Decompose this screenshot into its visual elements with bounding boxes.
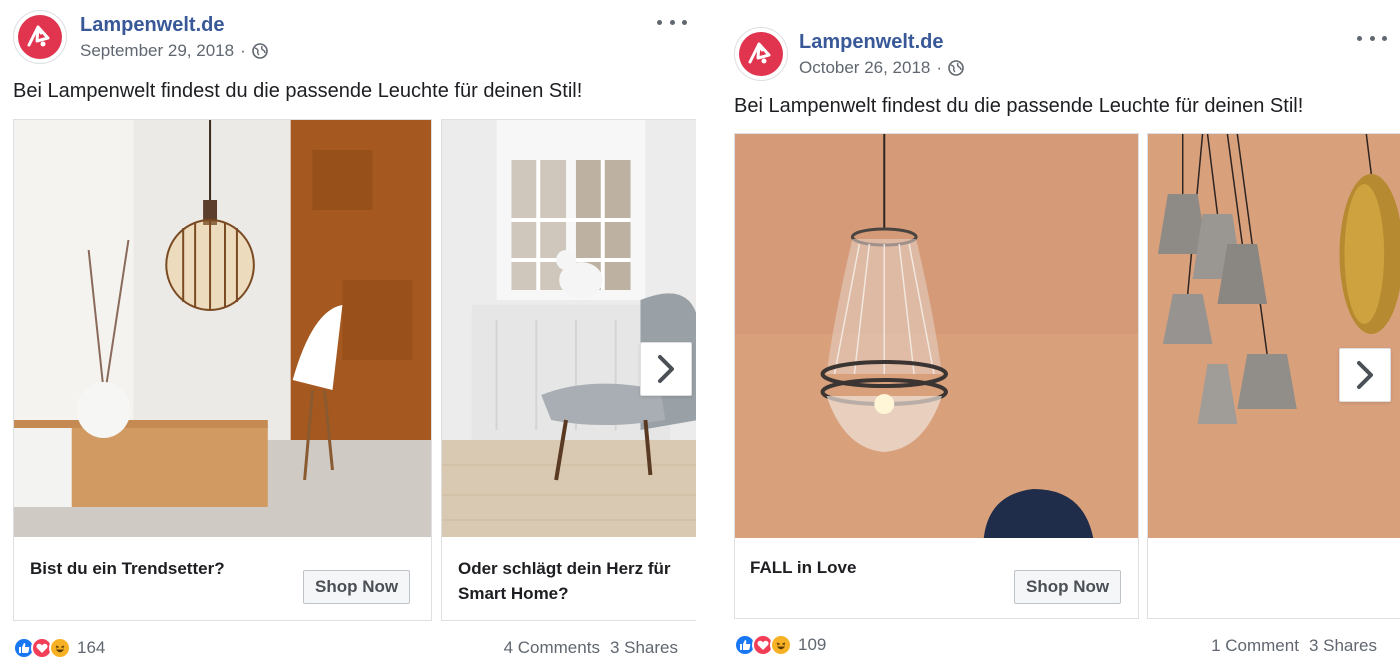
carousel: Bist du ein Trendsetter? Shop Now Oder s… <box>13 119 696 621</box>
post-date[interactable]: October 26, 2018 <box>799 58 930 78</box>
card-image-pendant-lamp[interactable] <box>14 120 431 537</box>
ad-post-2: Lampenwelt.de October 26, 2018 · Bei Lam… <box>720 0 1400 671</box>
chevron-right-icon <box>658 355 674 383</box>
shop-now-button[interactable]: Shop Now <box>1014 570 1122 604</box>
card-image-armchair[interactable] <box>442 120 696 537</box>
reaction-count[interactable]: 109 <box>798 635 826 655</box>
card-title: Oder schlägt dein Herz für Smart Home? <box>458 559 671 603</box>
globe-icon <box>251 43 268 59</box>
carousel: FALL in Love Shop Now <box>734 133 1400 619</box>
card-image-pendant-cluster[interactable] <box>1148 134 1400 538</box>
carousel-card-2[interactable] <box>1147 133 1400 619</box>
chevron-right-icon <box>1357 361 1373 389</box>
ad-post-1: Lampenwelt.de September 29, 2018 · Bei L… <box>0 0 700 671</box>
card-title: Bist du ein Trendsetter? <box>30 559 225 578</box>
page-name-link[interactable]: Lampenwelt.de <box>80 14 224 37</box>
engagement-counts: 1 Comment 3 Shares <box>1211 636 1377 656</box>
globe-icon <box>948 60 964 76</box>
haha-reaction-icon <box>770 634 792 656</box>
carousel-card-1[interactable]: FALL in Love Shop Now <box>734 133 1139 619</box>
more-options-icon[interactable] <box>657 12 687 32</box>
page-name-link[interactable]: Lampenwelt.de <box>799 31 943 54</box>
shop-now-button[interactable]: Shop Now <box>303 570 411 604</box>
comments-link[interactable]: 1 Comment <box>1211 636 1299 656</box>
shares-link[interactable]: 3 Shares <box>1309 636 1377 656</box>
card-title: FALL in Love <box>750 558 857 577</box>
page-avatar[interactable] <box>734 27 788 81</box>
post-date[interactable]: September 29, 2018 <box>80 41 234 61</box>
post-meta: October 26, 2018 · <box>799 58 964 78</box>
meta-separator: · <box>936 58 943 77</box>
haha-reaction-icon <box>49 637 71 659</box>
page-avatar[interactable] <box>13 10 67 64</box>
reactions-bar[interactable]: 164 <box>13 637 105 659</box>
more-options-icon[interactable] <box>1357 28 1387 48</box>
post-caption: Bei Lampenwelt findest du die passende L… <box>13 80 583 102</box>
comments-link[interactable]: 4 Comments <box>504 638 600 658</box>
shares-link[interactable]: 3 Shares <box>610 638 678 658</box>
reactions-bar[interactable]: 109 <box>734 634 826 656</box>
card-image-chandelier[interactable] <box>735 134 1138 538</box>
lampenwelt-logo-icon <box>739 32 783 76</box>
engagement-counts: 4 Comments 3 Shares <box>504 638 678 658</box>
carousel-next-button[interactable] <box>640 342 692 396</box>
post-meta: September 29, 2018 · <box>80 41 268 61</box>
carousel-card-1[interactable]: Bist du ein Trendsetter? Shop Now <box>13 119 432 621</box>
carousel-card-2[interactable]: Oder schlägt dein Herz für Smart Home? <box>441 119 696 621</box>
lampenwelt-logo-icon <box>18 15 62 59</box>
meta-separator: · <box>240 41 246 60</box>
reaction-count[interactable]: 164 <box>77 638 105 658</box>
post-caption: Bei Lampenwelt findest du die passende L… <box>734 95 1304 117</box>
carousel-next-button[interactable] <box>1339 348 1391 402</box>
